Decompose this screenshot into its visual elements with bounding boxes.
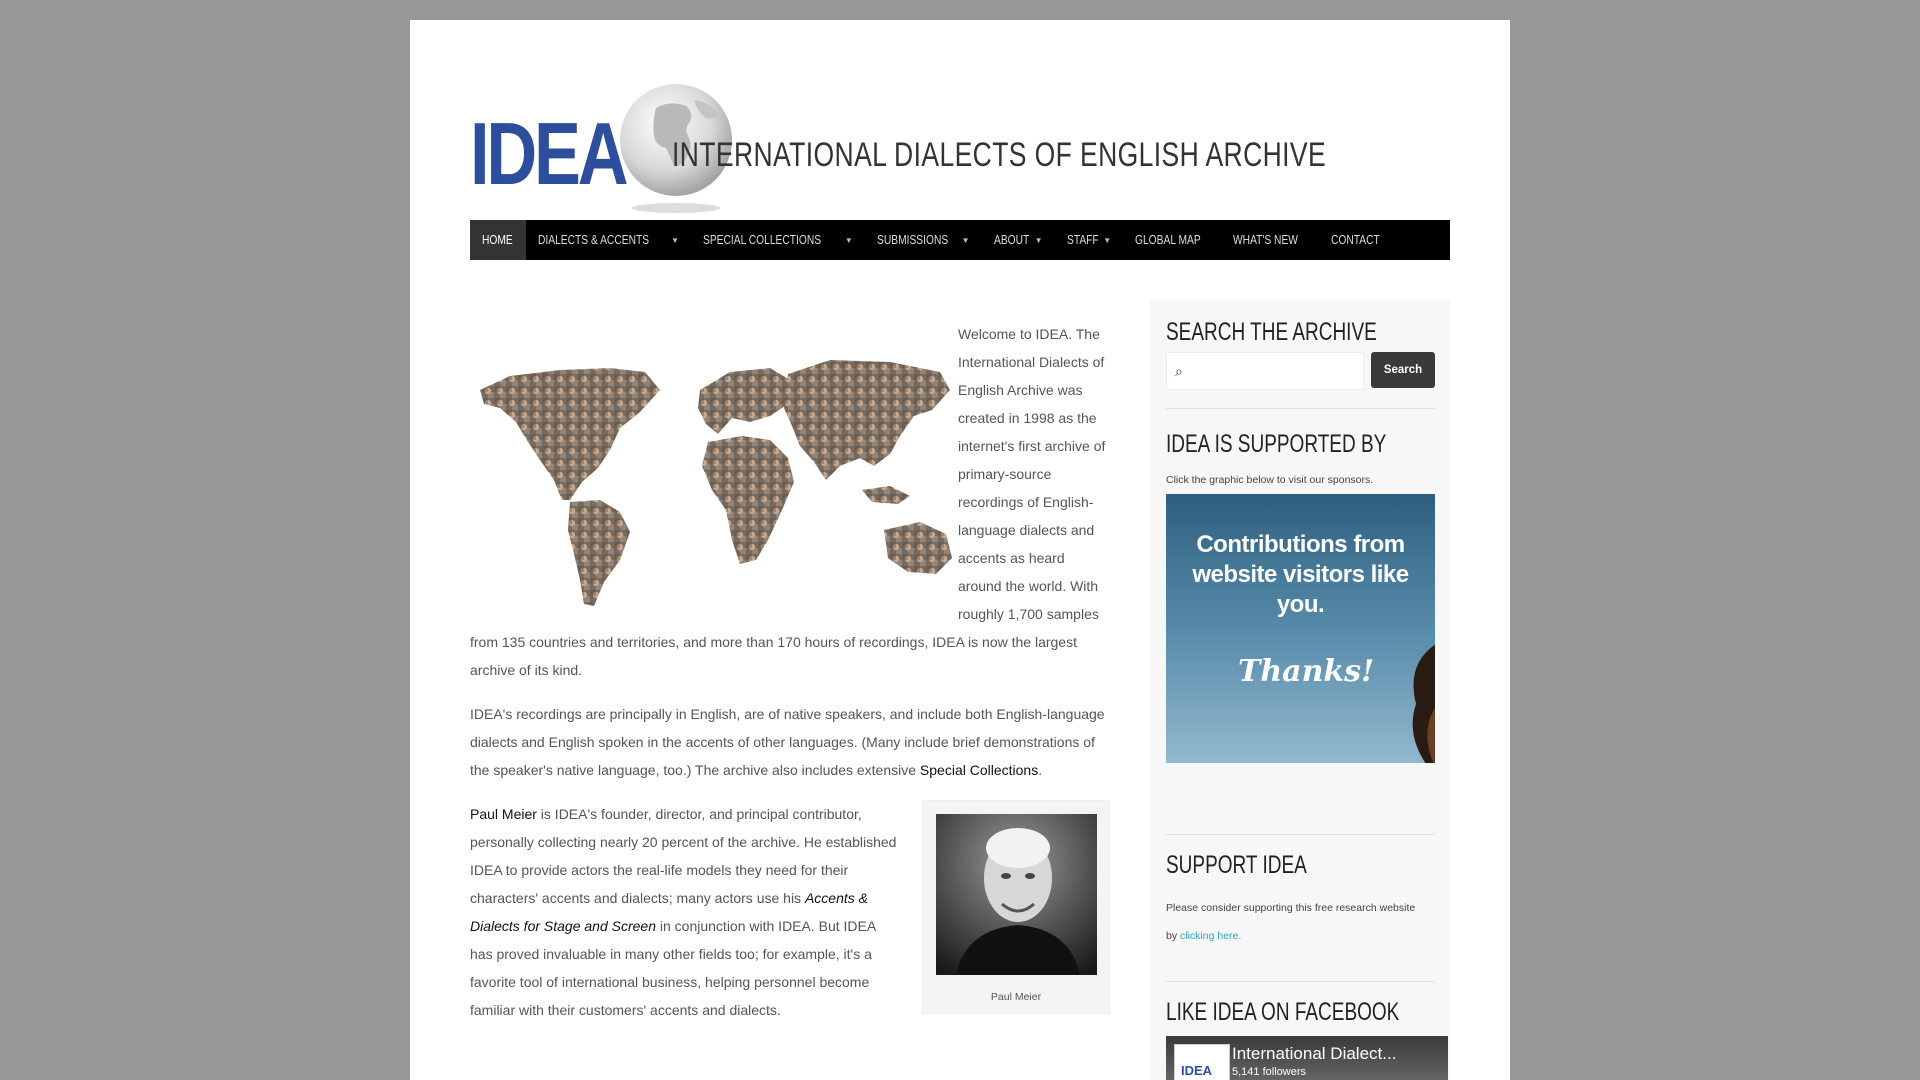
main-nav: Home Dialects & Accents ▼ Special Collect… — [470, 220, 1450, 260]
page-container: IDEA INTERNATIONAL DIALECTS OF ENGLISH A… — [410, 20, 1510, 1080]
sidebar: SEARCH THE ARCHIVE ⌕ Search IDEA IS SUPP… — [1150, 300, 1450, 1080]
facebook-page-name[interactable]: International Dialect... — [1232, 1044, 1396, 1064]
nav-item-about[interactable]: About ▼ — [982, 220, 1055, 260]
nav-label: Home — [482, 233, 513, 247]
founder-photo[interactable] — [936, 814, 1097, 975]
nav-label: Staff — [1066, 233, 1099, 247]
logo-wordmark: IDEA — [470, 104, 629, 203]
banner-face-image — [1412, 644, 1435, 763]
supported-by-title: IDEA IS SUPPORTED BY — [1166, 430, 1387, 458]
paul-meier-link[interactable]: Paul Meier — [470, 806, 537, 822]
facebook-page-avatar: IDEA — [1174, 1044, 1230, 1080]
founder-paragraph: Paul Meier is IDEA's founder, director, … — [470, 800, 900, 1024]
nav-label: Global Map — [1135, 233, 1201, 247]
banner-thanks: Thanks! — [1238, 654, 1375, 689]
facebook-page-plugin[interactable]: IDEA International Dialect... 5,141 foll… — [1166, 1036, 1448, 1080]
caret-down-icon: ▼ — [1034, 235, 1043, 245]
nav-label: About — [993, 233, 1029, 247]
support-idea-title: SUPPORT IDEA — [1166, 851, 1307, 879]
nav-item-global-map[interactable]: Global Map — [1123, 220, 1221, 260]
nav-label: Submissions — [876, 233, 949, 247]
caret-down-icon: ▼ — [670, 235, 679, 245]
main-content: Welcome to IDEA. The International Diale… — [470, 320, 1110, 1024]
nav-item-staff[interactable]: Staff ▼ — [1055, 220, 1124, 260]
facebook-widget-title: LIKE IDEA ON FACEBOOK — [1166, 998, 1400, 1026]
search-widget-title: SEARCH THE ARCHIVE — [1166, 318, 1377, 346]
nav-label: Dialects & Accents — [537, 233, 649, 247]
nav-item-special-collections[interactable]: Special Collections ▼ — [691, 220, 865, 260]
fb-logo-text: IDEA — [1181, 1063, 1213, 1078]
founder-photo-figure: Paul Meier — [922, 800, 1110, 1014]
nav-label: Contact — [1330, 233, 1380, 247]
facebook-followers: 5,141 followers — [1232, 1066, 1306, 1078]
divider — [1166, 834, 1435, 835]
sponsor-note: Click the graphic below to visit our spo… — [1166, 474, 1374, 486]
divider — [1166, 981, 1435, 982]
nav-item-dialects-accents[interactable]: Dialects & Accents ▼ — [526, 220, 691, 260]
recordings-paragraph: IDEA's recordings are principally in Eng… — [470, 700, 1110, 784]
nav-label: What's New — [1233, 233, 1299, 247]
world-map-image — [480, 360, 952, 606]
search-field[interactable]: ⌕ — [1166, 352, 1364, 390]
caret-down-icon: ▼ — [1103, 235, 1112, 245]
site-title[interactable]: INTERNATIONAL DIALECTS OF ENGLISH ARCHIV… — [672, 136, 1326, 175]
special-collections-link[interactable]: Special Collections — [920, 762, 1038, 778]
founder-section: Paul Meier is IDEA's founder, director, … — [470, 800, 1110, 1024]
nav-item-whats-new[interactable]: What's New — [1221, 220, 1318, 260]
search-button[interactable]: Search — [1371, 352, 1435, 388]
photo-caption: Paul Meier — [990, 991, 1042, 1003]
support-idea-text: Please consider supporting this free res… — [1166, 894, 1426, 950]
sponsor-banner[interactable]: Contributions from website visitors like… — [1166, 494, 1435, 763]
caret-down-icon: ▼ — [844, 235, 853, 245]
support-link[interactable]: clicking here. — [1180, 930, 1241, 942]
banner-headline: Contributions from website visitors like… — [1192, 531, 1409, 618]
search-icon: ⌕ — [1175, 363, 1183, 379]
nav-item-submissions[interactable]: Submissions ▼ — [865, 220, 982, 260]
recordings-end: . — [1038, 762, 1043, 778]
divider — [1166, 408, 1435, 409]
nav-item-contact[interactable]: Contact — [1319, 220, 1397, 260]
nav-label: Special Collections — [702, 233, 821, 247]
search-input[interactable] — [1193, 361, 1359, 381]
nav-item-home[interactable]: Home — [470, 220, 526, 260]
caret-down-icon: ▼ — [961, 235, 970, 245]
